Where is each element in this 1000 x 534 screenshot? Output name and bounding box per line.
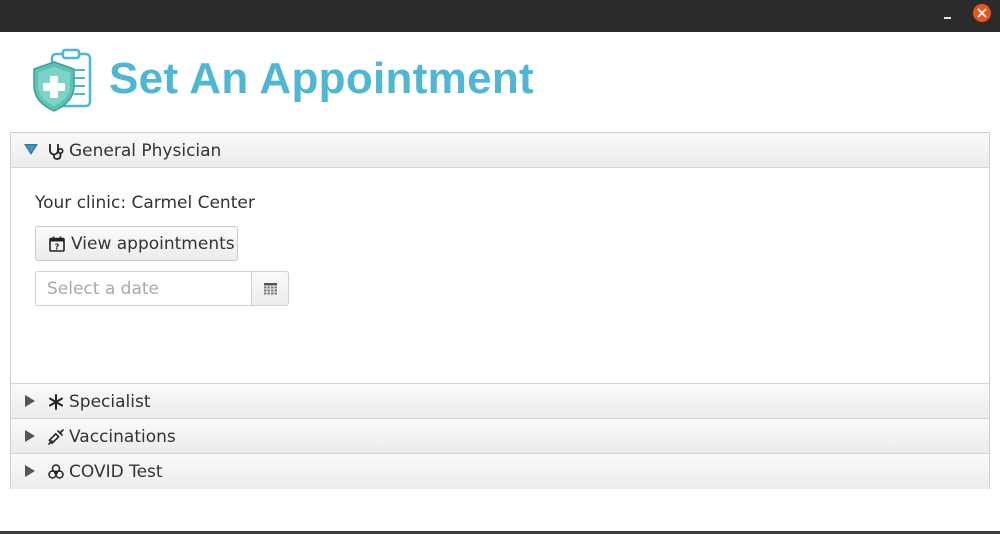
accordion-header-covid-test[interactable]: COVID Test — [11, 454, 989, 489]
close-icon — [977, 8, 987, 18]
general-physician-panel: Your clinic: Carmel Center ? View appoin… — [11, 168, 989, 384]
medical-shield-clipboard-icon — [33, 48, 92, 112]
triangle-right-icon — [25, 430, 35, 442]
accordion-label-covid-test: COVID Test — [69, 462, 163, 482]
svg-text:?: ? — [55, 243, 60, 252]
window-titlebar — [0, 0, 1000, 32]
close-button[interactable] — [973, 4, 991, 22]
accordion-label-vaccinations: Vaccinations — [69, 427, 176, 447]
triangle-right-icon — [25, 395, 35, 407]
syringe-icon — [48, 429, 64, 445]
accordion-header-general-physician[interactable]: General Physician — [11, 133, 989, 168]
stethoscope-icon — [49, 144, 64, 160]
accordion-label-general-physician: General Physician — [69, 141, 222, 161]
minimize-button[interactable] — [939, 9, 957, 23]
biohazard-icon — [48, 464, 64, 479]
asterisk-icon — [49, 394, 63, 410]
minimize-icon — [944, 17, 951, 19]
page-header: Set An Appointment — [0, 32, 1000, 132]
date-picker-button[interactable] — [251, 271, 289, 306]
view-appointments-label: View appointments — [71, 234, 235, 254]
triangle-down-icon — [24, 144, 38, 155]
calendar-icon — [264, 283, 277, 295]
view-appointments-button[interactable]: ? View appointments — [35, 226, 238, 261]
appointment-accordion: General Physician Your clinic: Carmel Ce… — [10, 132, 990, 489]
calendar-question-icon: ? — [49, 236, 65, 252]
page-title: Set An Appointment — [109, 54, 534, 103]
accordion-header-specialist[interactable]: Specialist — [11, 384, 989, 419]
date-input[interactable] — [35, 271, 253, 306]
accordion-label-specialist: Specialist — [69, 392, 151, 412]
clinic-text: Your clinic: Carmel Center — [35, 193, 255, 213]
triangle-right-icon — [25, 465, 35, 477]
accordion-header-vaccinations[interactable]: Vaccinations — [11, 419, 989, 454]
